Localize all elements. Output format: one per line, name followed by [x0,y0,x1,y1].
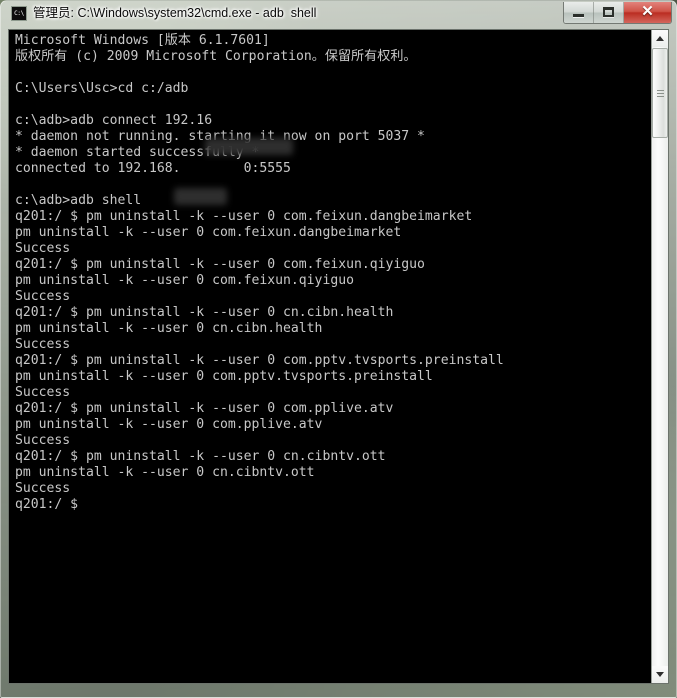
console-line: pm uninstall -k --user 0 cn.cibntv.ott [15,465,315,480]
console-line: c:\adb>adb shell [15,193,142,208]
close-button[interactable]: ✕ [624,2,671,23]
console-text-surface[interactable]: Microsoft Windows [版本 6.1.7601] 版权所有 (c) … [9,30,651,683]
console-line: q201:/ $ pm uninstall -k --user 0 cn.cib… [15,305,394,320]
cmd-window: C:\ 管理员: C:\Windows\system32\cmd.exe - a… [0,0,677,698]
console-line: 版权所有 (c) 2009 Microsoft Corporation。保留所有… [15,49,417,64]
console-line: pm uninstall -k --user 0 com.pptv.tvspor… [15,369,433,384]
console-output: Microsoft Windows [版本 6.1.7601] 版权所有 (c) … [15,33,651,513]
minimize-icon [573,14,584,17]
console-line: Microsoft Windows [版本 6.1.7601] [15,33,270,48]
scrollbar-thumb[interactable] [652,48,668,138]
window-title: 管理员: C:\Windows\system32\cmd.exe - adb s… [33,6,317,20]
console-line: * daemon not running. starting it now on… [15,129,425,144]
console-line: q201:/ $ pm uninstall -k --user 0 com.fe… [15,257,425,272]
redacted-ip-region [174,188,227,205]
console-line: q201:/ $ pm uninstall -k --user 0 com.pp… [15,401,394,416]
cmd-console-icon: C:\ [11,6,27,21]
close-icon: ✕ [641,4,654,20]
console-line: connected to 192.168. 0:5555 [15,161,291,176]
console-line: q201:/ $ pm uninstall -k --user 0 com.fe… [15,209,473,224]
console-line: pm uninstall -k --user 0 com.feixun.dang… [15,225,402,240]
redacted-ip-region [205,138,293,155]
window-titlebar[interactable]: C:\ 管理员: C:\Windows\system32\cmd.exe - a… [0,0,677,27]
console-line: Success [15,433,71,448]
console-line: C:\Users\Usc>cd c:/adb [15,81,189,96]
maximize-button[interactable] [594,2,624,23]
console-line: pm uninstall -k --user 0 cn.cibn.health [15,321,323,336]
console-scrollbar[interactable] [651,30,668,683]
console-line: c:\adb>adb connect 192.16 [15,113,213,128]
console-line: * daemon started successfully * [15,145,260,160]
console-line: q201:/ $ [15,497,79,512]
console-line: pm uninstall -k --user 0 com.feixun.qiyi… [15,273,354,288]
console-line: Success [15,385,71,400]
console-line: q201:/ $ pm uninstall -k --user 0 com.pp… [15,353,504,368]
minimize-button[interactable] [564,2,594,23]
console-line: q201:/ $ pm uninstall -k --user 0 cn.cib… [15,449,386,464]
maximize-icon [603,7,614,17]
console-line: Success [15,337,71,352]
window-controls: ✕ [563,2,672,24]
console-line: Success [15,289,71,304]
scroll-up-arrow-icon[interactable] [652,30,668,47]
console-client-area[interactable]: Microsoft Windows [版本 6.1.7601] 版权所有 (c) … [8,29,669,684]
console-line: Success [15,241,71,256]
console-line: Success [15,481,71,496]
console-line: pm uninstall -k --user 0 com.pplive.atv [15,417,323,432]
scroll-down-arrow-icon[interactable] [652,666,668,683]
scrollbar-track[interactable] [652,47,668,666]
